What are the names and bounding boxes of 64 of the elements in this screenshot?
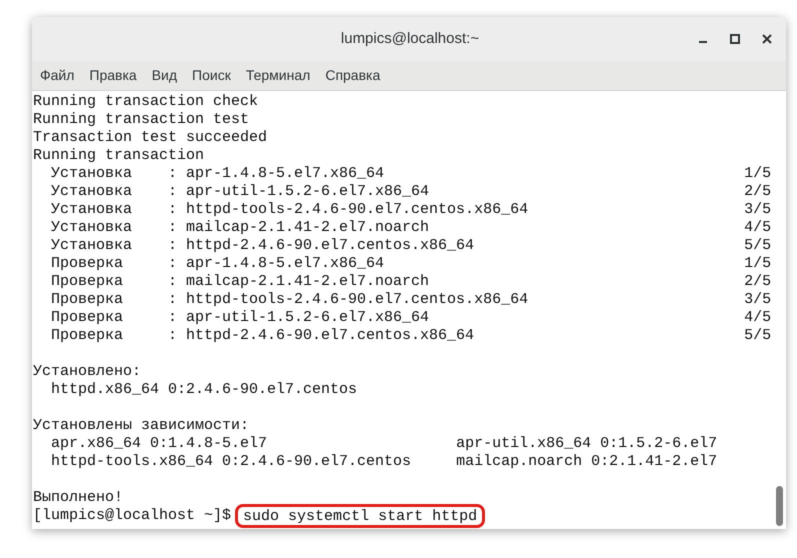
step-action: Проверка [51,291,124,308]
terminal-line: Transaction test succeeded [33,129,268,146]
package-name: httpd-tools-2.4.6-90.el7.centos.x86_64 [186,291,528,309]
package-name: mailcap-2.1.41-2.el7.noarch [186,219,430,237]
command-text: sudo systemctl start httpd [235,504,486,528]
step-count-text: 5/5 [744,327,772,345]
step-count-text: 2/5 [744,273,772,291]
menu-item[interactable]: Вид [152,65,178,86]
step-action: Проверка [51,327,124,344]
step-separator: : [168,291,178,308]
step-action: Установка [51,219,132,236]
menu-item[interactable]: Файл [40,65,74,86]
package-name: mailcap-2.1.41-2.el7.noarch [186,273,430,291]
dependency-name: mailcap.noarch 0:2.1.41-2.el7 [456,453,718,471]
terminal-line: Running transaction check [33,93,258,110]
step-count-text: 3/5 [744,291,772,309]
step-separator: : [168,255,178,272]
step-separator: : [168,273,178,290]
step-separator: : [168,201,178,218]
package-name: httpd-2.4.6-90.el7.centos.x86_64 [186,327,474,345]
package-name: apr-1.4.8-5.el7.x86_64 [186,165,384,183]
menu-item[interactable]: Терминал [246,65,310,86]
step-action: Проверка [51,255,124,272]
step-action: Установка [51,237,132,254]
package-name: apr-1.4.8-5.el7.x86_64 [186,255,384,273]
shell-prompt: [lumpics@localhost ~]$ [33,507,232,525]
package-name: httpd-tools-2.4.6-90.el7.centos.x86_64 [186,201,528,219]
terminal-line: Установлены зависимости: [33,417,250,434]
step-action: Установка [51,201,132,218]
step-action: Установка [51,165,132,182]
package-name: apr-util-1.5.2-6.el7.x86_64 [186,309,430,327]
step-separator: : [168,309,178,326]
close-icon[interactable] [762,34,772,44]
dependency-name: httpd-tools.x86_64 0:2.4.6-90.el7.centos [51,453,412,470]
dependency-name: apr-util.x86_64 0:1.5.2-6.el7 [456,435,718,453]
menu-item[interactable]: Поиск [192,65,231,86]
step-separator: : [168,165,178,182]
terminal-line: Running transaction test [33,111,250,128]
terminal-line: Выполнено! [33,489,124,506]
step-count-text: 4/5 [744,309,772,327]
terminal-line: Установлено: [33,363,142,380]
step-action: Установка [51,183,132,200]
step-separator: : [168,219,178,236]
terminal-line: Running transaction [33,147,204,164]
step-action: Проверка [51,273,124,290]
menu-item[interactable]: Справка [325,65,380,86]
step-separator: : [168,183,178,200]
step-action: Проверка [51,309,124,326]
step-count-text: 1/5 [744,255,772,273]
terminal-line: httpd.x86_64 0:2.4.6-90.el7.centos [51,381,358,398]
maximize-icon[interactable] [730,34,740,44]
dependency-name: apr.x86_64 0:1.4.8-5.el7 [51,435,268,452]
window-title: lumpics@localhost:~ [340,28,480,49]
scrollbar-thumb[interactable] [776,486,782,526]
step-count-text: 2/5 [744,183,772,201]
step-count-text: 5/5 [744,237,772,255]
step-separator: : [168,327,178,344]
package-name: apr-util-1.5.2-6.el7.x86_64 [186,183,430,201]
step-separator: : [168,237,178,254]
package-name: httpd-2.4.6-90.el7.centos.x86_64 [186,237,474,255]
menu-item[interactable]: Правка [89,65,137,86]
step-count-text: 1/5 [744,165,772,183]
step-count-text: 4/5 [744,219,772,237]
step-count-text: 3/5 [744,201,772,219]
